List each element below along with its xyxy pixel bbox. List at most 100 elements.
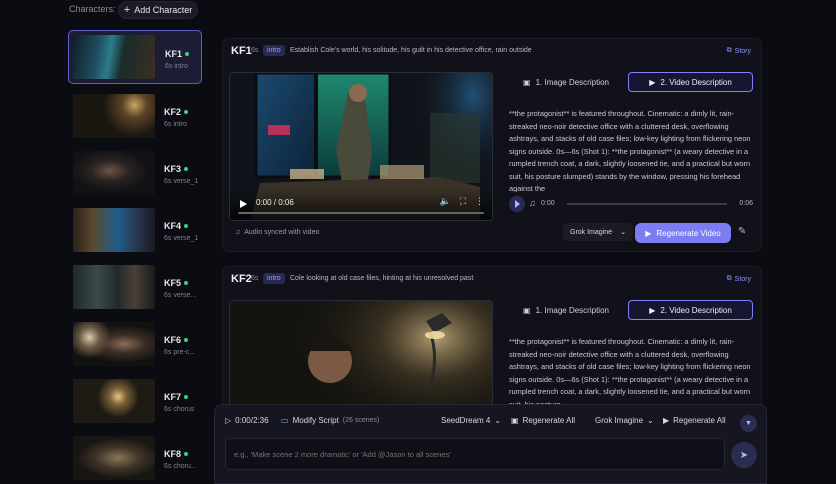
panel-kf-label: KF1 xyxy=(231,45,252,57)
music-note-icon: ♫ xyxy=(529,198,536,208)
send-icon[interactable]: ➤ xyxy=(731,442,757,468)
status-dot xyxy=(184,395,189,399)
modify-script-label: Modify Script xyxy=(292,416,339,425)
regenerate-all-label: Regenerate All xyxy=(673,416,726,425)
audio-duration: 0:06 xyxy=(739,200,753,207)
kf-label: KF5 xyxy=(164,278,182,288)
video-progress-bar[interactable] xyxy=(238,212,484,214)
chevron-down-icon: ⌄ xyxy=(494,416,502,425)
status-dot xyxy=(184,110,189,114)
section-tag: intro xyxy=(263,45,285,56)
kf4-thumbnail xyxy=(73,208,155,252)
kf1-thumbnail xyxy=(73,35,155,79)
regenerate-video-button[interactable]: ▶ Regenerate Video xyxy=(635,223,731,243)
chat-icon: ▭ xyxy=(281,416,289,425)
tab-image-description[interactable]: ▣ 1. Image Description xyxy=(511,72,621,92)
video-controls: 0:00 / 0:06 🔈 ⛶ ⋮ xyxy=(230,188,492,220)
tab-image-description[interactable]: ▣ 1. Image Description xyxy=(511,300,621,320)
image-icon: ▣ xyxy=(523,77,531,87)
sidebar-item-kf6[interactable]: KF6 6s pre-c... xyxy=(68,317,202,371)
pencil-icon[interactable]: ✎ xyxy=(738,226,746,237)
status-dot xyxy=(185,52,190,56)
kf-label: KF4 xyxy=(164,221,182,231)
model-label: Grok Imagine xyxy=(570,228,613,236)
kf6-thumbnail xyxy=(73,322,155,366)
audio-synced-note: ♫ Audio synced with video xyxy=(235,229,319,236)
regenerate-all-videos-button[interactable]: ▶ Regenerate All xyxy=(663,416,726,425)
sidebar-item-kf7[interactable]: KF7 6s chorus xyxy=(68,374,202,428)
story-icon: ⧉ xyxy=(726,47,732,54)
chevron-down-icon: ⌄ xyxy=(647,416,654,425)
video-description-text: **the protagonist** is featured througho… xyxy=(509,337,751,408)
kf7-thumbnail xyxy=(73,379,155,423)
scene-count: (26 scenes) xyxy=(342,417,380,424)
audio-play-button[interactable] xyxy=(509,196,525,212)
status-dot xyxy=(184,338,189,342)
timeline-play[interactable]: ▷ 0:00/2:36 xyxy=(225,416,269,425)
script-bar: ▷ 0:00/2:36 ▭ Modify Script (26 scenes) … xyxy=(214,404,767,484)
kf-label: KF7 xyxy=(164,392,182,402)
sidebar-item-kf4[interactable]: KF4 6s verse_1 xyxy=(68,203,202,257)
video-camera-icon: ▶ xyxy=(649,77,656,87)
kf-meta: 6s intro xyxy=(165,63,188,70)
plus-icon: + xyxy=(123,3,131,16)
video-player[interactable]: 0:00 / 0:06 🔈 ⛶ ⋮ xyxy=(229,72,493,221)
kf-label: KF6 xyxy=(164,335,182,345)
video-camera-icon: ▶ xyxy=(645,228,652,238)
tab-video-description[interactable]: ▶ 2. Video Description xyxy=(628,300,753,320)
kf-meta: 6s intro xyxy=(164,121,187,128)
video-model-select[interactable]: Grok Imagine ⌄ xyxy=(563,223,633,241)
status-dot xyxy=(184,167,189,171)
image-icon: ▣ xyxy=(523,305,531,315)
section-tag: intro xyxy=(263,273,285,284)
audio-current-time: 0:00 xyxy=(541,200,555,207)
kf-meta: 6s pre-c... xyxy=(164,349,196,356)
tab-video-description[interactable]: ▶ 2. Video Description xyxy=(628,72,753,92)
kf5-thumbnail xyxy=(73,265,155,309)
sidebar-item-kf2[interactable]: KF2 6s intro xyxy=(68,89,202,143)
timeline-time: 0:00/2:36 xyxy=(235,416,269,425)
panel-description: Cole looking at old case files, hinting … xyxy=(290,275,474,282)
keyframe-panel-kf1: KF1 6s intro Establish Cole's world, his… xyxy=(222,38,762,252)
kf3-thumbnail xyxy=(73,151,155,195)
sidebar-item-kf8[interactable]: KF8 6s choru... xyxy=(68,431,202,484)
volume-icon[interactable]: 🔈 xyxy=(439,196,450,207)
kf-meta: 6s verse_1 xyxy=(164,235,199,242)
kf-meta: 6s verse_1 xyxy=(164,178,199,185)
chevron-down-icon: ⌄ xyxy=(620,229,626,236)
story-icon: ⧉ xyxy=(726,275,732,282)
modify-script-button[interactable]: ▭ Modify Script (26 scenes) xyxy=(281,416,379,425)
add-character-button[interactable]: + Add Character xyxy=(118,1,198,19)
music-note-icon: ♫ xyxy=(235,229,241,236)
video-description-text: **the protagonist** is featured througho… xyxy=(509,109,751,192)
top-bar: Characters: + Add Character xyxy=(0,0,836,22)
regenerate-all-images-button[interactable]: ▣ Regenerate All xyxy=(511,416,575,425)
kf8-thumbnail xyxy=(73,436,155,480)
image-model-label: SeedDream 4 xyxy=(441,416,491,425)
panel-kf-label: KF2 xyxy=(231,273,252,285)
video-model-label: Grok Imagine xyxy=(595,416,644,425)
image-model-select[interactable]: SeedDream 4 ⌄ xyxy=(441,416,501,425)
kf-label: KF1 xyxy=(165,49,183,59)
audio-progress-bar[interactable] xyxy=(567,203,727,205)
kf-meta: 6s chorus xyxy=(164,406,195,413)
kf-label: KF8 xyxy=(164,449,182,459)
chevron-down-icon[interactable]: ▼ xyxy=(740,415,757,432)
story-link[interactable]: ⧉ Story xyxy=(727,275,751,283)
video-model-select[interactable]: Grok Imagine ⌄ xyxy=(595,416,654,425)
story-link[interactable]: ⧉ Story xyxy=(727,47,751,55)
video-camera-icon: ▶ xyxy=(649,305,656,315)
keyframe-sidebar: KF1 6s intro KF2 6s intro KF3 6s verse_1… xyxy=(64,26,206,484)
sidebar-item-kf5[interactable]: KF5 6s verse... xyxy=(68,260,202,314)
fullscreen-icon[interactable]: ⛶ xyxy=(460,196,466,207)
play-icon: ▷ xyxy=(225,416,232,425)
panel-description: Establish Cole's world, his solitude, hi… xyxy=(290,47,532,54)
tab-label: 1. Image Description xyxy=(535,305,609,315)
kf-label: KF3 xyxy=(164,164,182,174)
sidebar-item-kf1[interactable]: KF1 6s intro xyxy=(68,30,202,84)
more-icon[interactable]: ⋮ xyxy=(475,196,484,207)
sidebar-item-kf3[interactable]: KF3 6s verse_1 xyxy=(68,146,202,200)
script-prompt-input[interactable] xyxy=(225,438,725,470)
play-icon[interactable] xyxy=(240,200,247,208)
status-dot xyxy=(184,224,189,228)
